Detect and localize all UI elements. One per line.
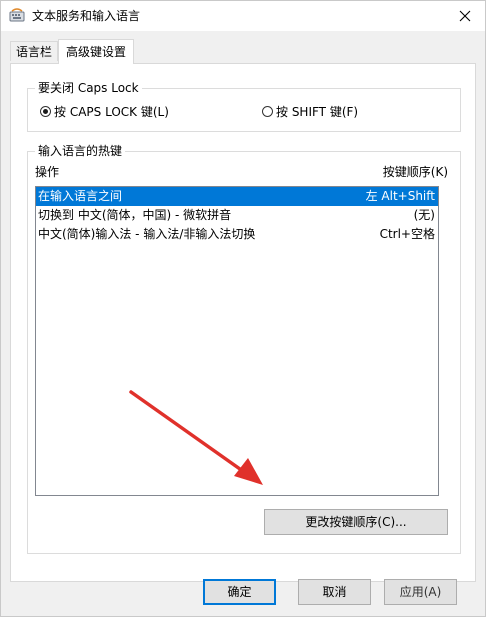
tab-panel: 要关闭 Caps Lock 按 CAPS LOCK 键(L) 按 SHIFT 键… <box>10 63 476 582</box>
caps-lock-group: 要关闭 Caps Lock 按 CAPS LOCK 键(L) 按 SHIFT 键… <box>27 80 461 132</box>
list-item-action: 在输入语言之间 <box>38 189 123 203</box>
cancel-button[interactable]: 取消 <box>298 579 371 605</box>
title-bar: 文本服务和输入语言 <box>1 1 485 31</box>
radio-caps-lock-label: 按 CAPS LOCK 键(L) <box>54 105 169 119</box>
list-item[interactable]: 在输入语言之间 左 Alt+Shift <box>36 187 438 206</box>
radio-shift-label: 按 SHIFT 键(F) <box>276 105 359 119</box>
dialog-client: 语言栏 高级键设置 要关闭 Caps Lock 按 CAPS LOCK 键(L)… <box>1 31 485 616</box>
apply-button[interactable]: 应用(A) <box>384 579 457 605</box>
list-item-action: 中文(简体)输入法 - 输入法/非输入法切换 <box>38 227 256 241</box>
list-item-action: 切换到 中文(简体，中国) - 微软拼音 <box>38 208 232 222</box>
column-header-key-order: 按键顺序(K) <box>382 165 448 179</box>
close-icon <box>459 10 471 22</box>
list-item[interactable]: 中文(简体)输入法 - 输入法/非输入法切换 Ctrl+空格 <box>36 225 438 244</box>
tab-language-bar[interactable]: 语言栏 <box>10 41 58 61</box>
list-item-keys: Ctrl+空格 <box>379 227 435 241</box>
dialog-window: 文本服务和输入语言 语言栏 高级键设置 要关闭 Caps Lock 按 CAPS… <box>0 0 486 617</box>
hotkey-list[interactable]: 在输入语言之间 左 Alt+Shift 切换到 中文(简体，中国) - 微软拼音… <box>35 186 439 496</box>
hotkey-group-label: 输入语言的热键 <box>35 143 126 159</box>
list-item[interactable]: 切换到 中文(简体，中国) - 微软拼音 (无) <box>36 206 438 225</box>
list-item-keys: (无) <box>413 208 435 222</box>
radio-shift-key[interactable]: 按 SHIFT 键(F) <box>262 103 358 120</box>
hotkey-group: 输入语言的热键 操作 按键顺序(K) 在输入语言之间 左 Alt+Shift 切… <box>27 143 461 554</box>
radio-unchecked-icon <box>262 106 273 117</box>
column-header-action: 操作 <box>35 165 60 179</box>
caps-lock-group-label: 要关闭 Caps Lock <box>35 80 142 96</box>
radio-checked-icon <box>40 106 51 117</box>
radio-caps-lock-key[interactable]: 按 CAPS LOCK 键(L) <box>40 103 169 120</box>
change-key-sequence-button[interactable]: 更改按键顺序(C)... <box>264 509 448 535</box>
close-button[interactable] <box>445 1 485 31</box>
ok-button[interactable]: 确定 <box>203 579 276 605</box>
tab-advanced-key-settings[interactable]: 高级键设置 <box>58 39 134 64</box>
keyboard-icon <box>9 7 25 23</box>
list-item-keys: 左 Alt+Shift <box>365 189 435 203</box>
window-title: 文本服务和输入语言 <box>32 9 141 23</box>
